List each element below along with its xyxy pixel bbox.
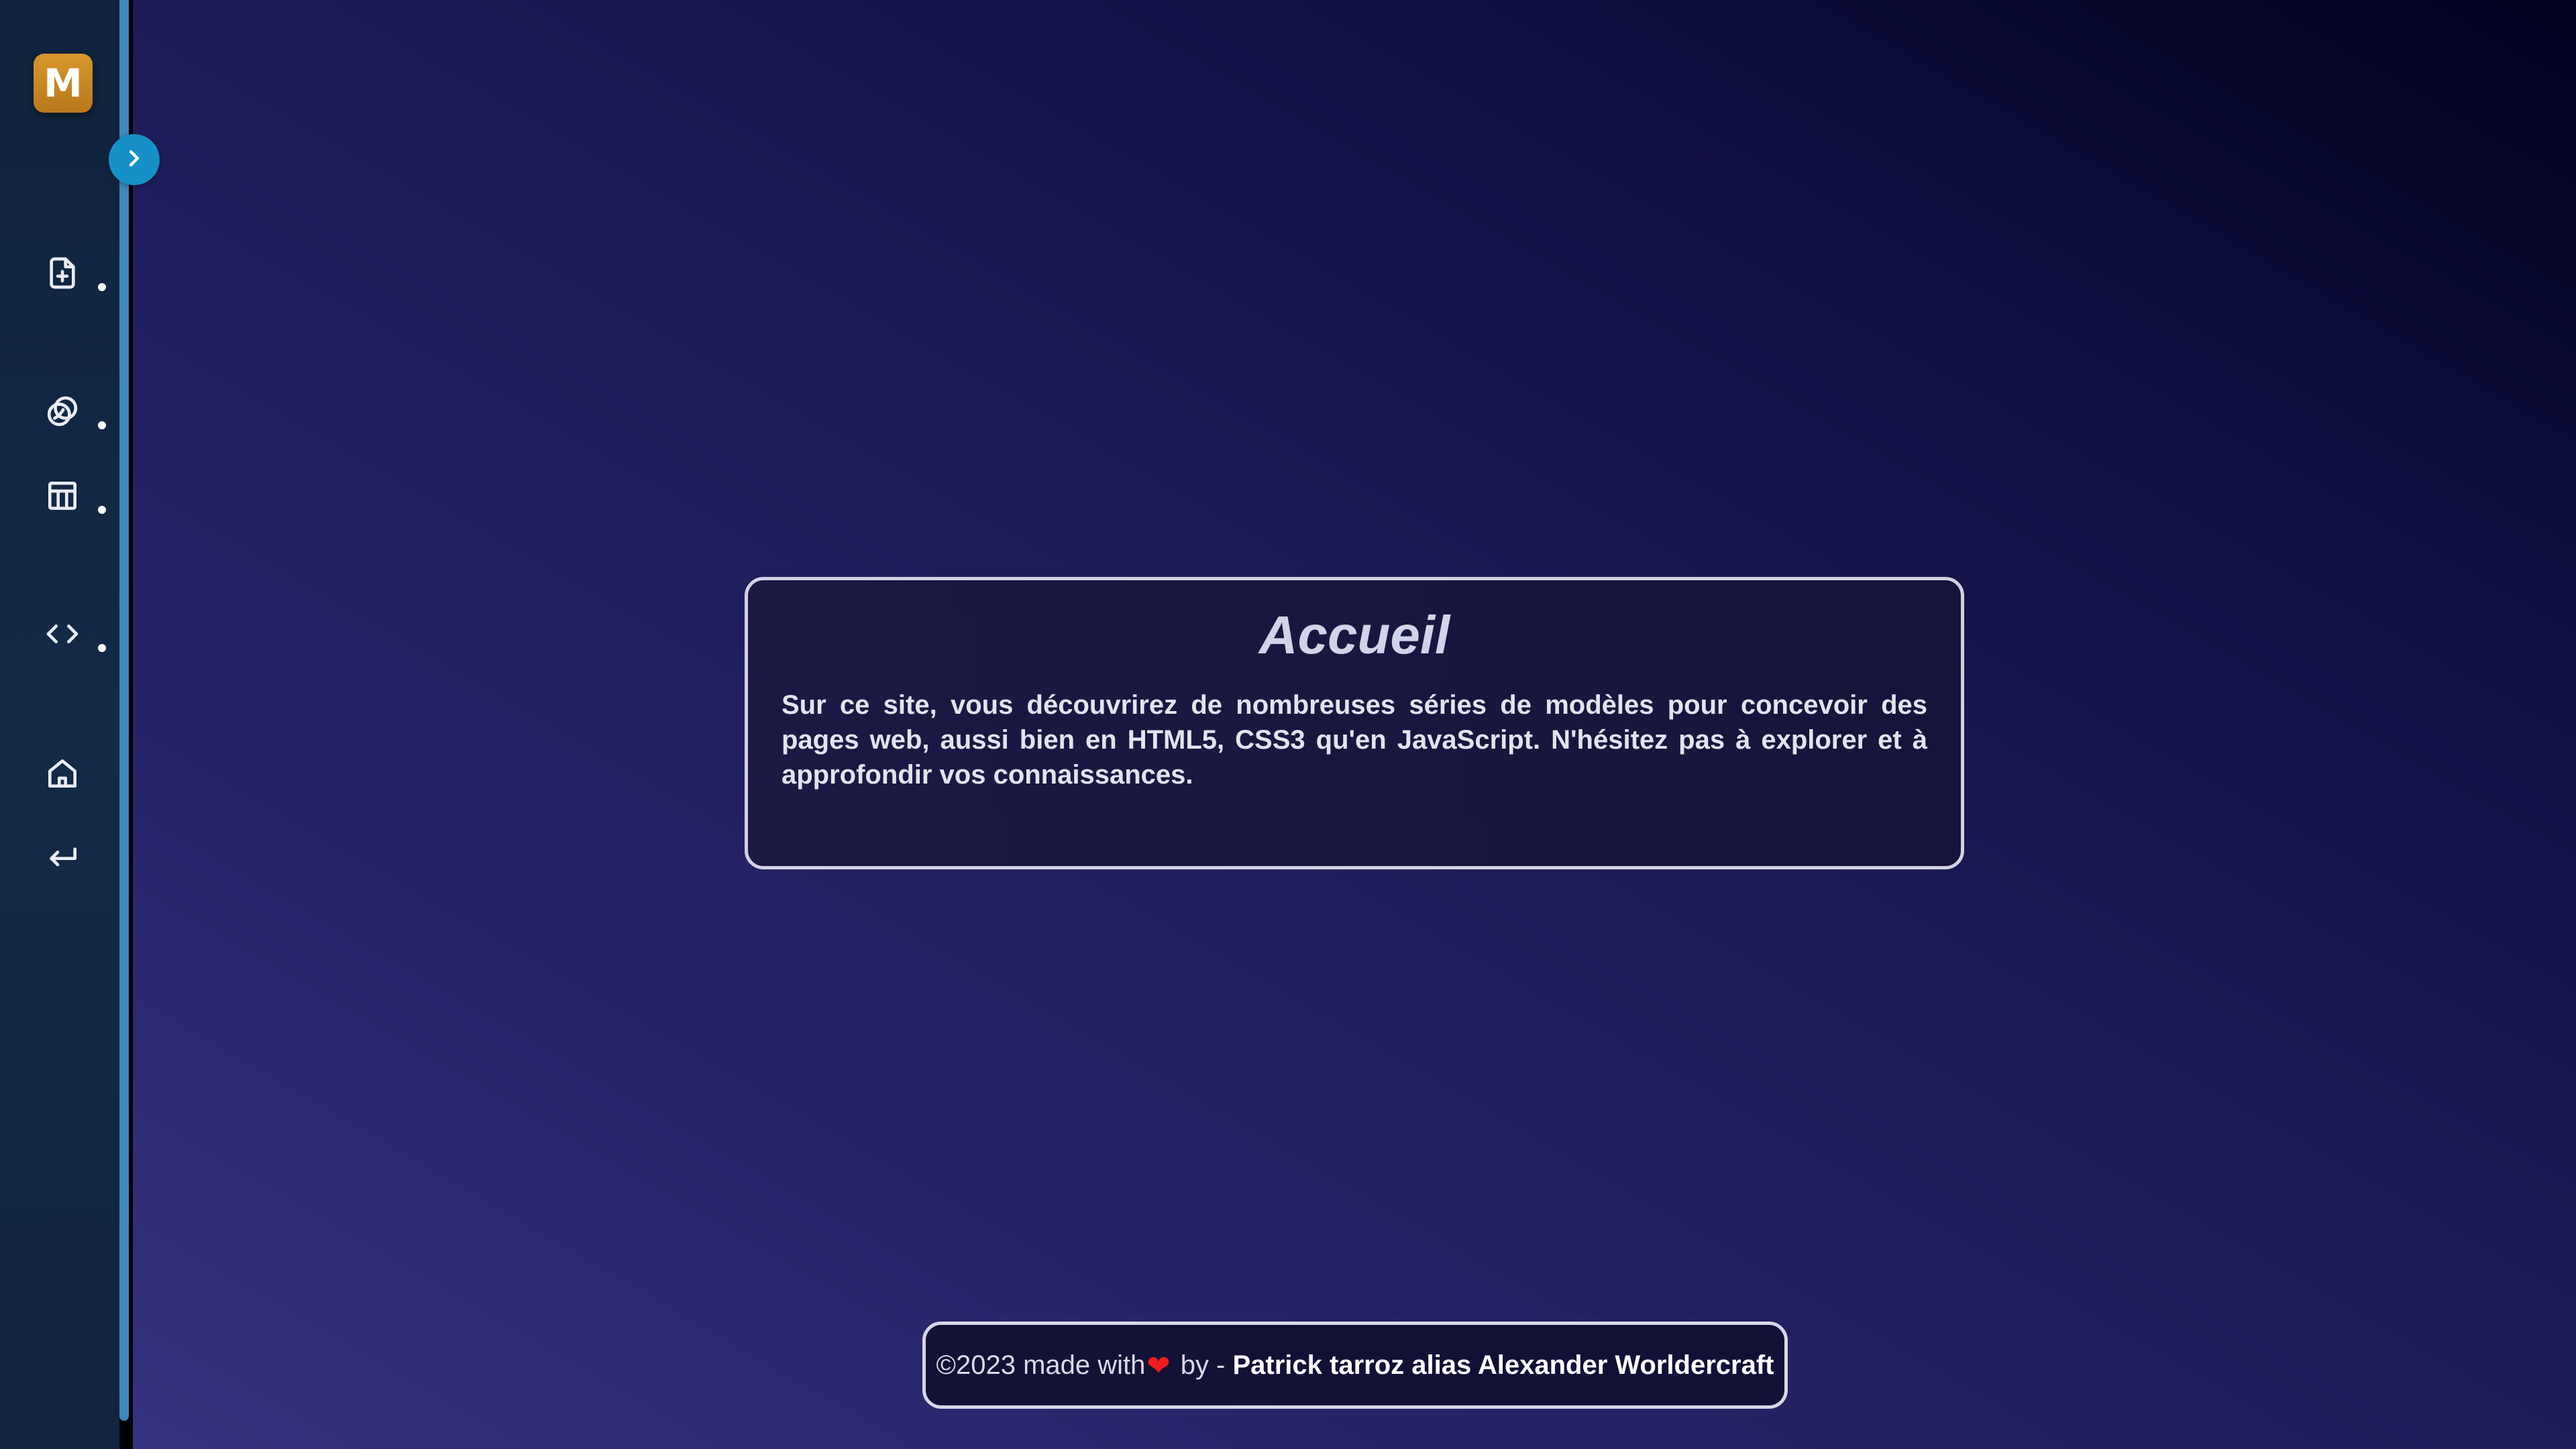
chevron-right-icon [121, 145, 148, 175]
app-logo[interactable]: M [34, 54, 93, 113]
sidebar-item-return[interactable] [40, 832, 114, 879]
sidebar-item-indicator [98, 644, 106, 652]
footer-author: Patrick tarroz alias Alexander Worldercr… [1232, 1350, 1774, 1380]
sidebar-item-indicator [98, 421, 106, 429]
return-arrow-icon [40, 833, 85, 877]
code-brackets-icon [40, 612, 85, 656]
sidebar-item-new-file[interactable] [40, 250, 114, 297]
logo-letter: M [44, 60, 83, 106]
home-icon [40, 751, 85, 796]
welcome-description: Sur ce site, vous découvrirez de nombreu… [782, 690, 1927, 790]
overlapping-circles-icon [40, 389, 85, 433]
sidebar-item-layout[interactable] [40, 472, 114, 519]
sidebar-item-home[interactable] [40, 750, 114, 797]
footer-copyright: ©2023 made with [936, 1350, 1146, 1380]
sidebar-item-indicator [98, 506, 106, 514]
sidebar-item-code[interactable] [40, 610, 114, 657]
columns-layout-icon [40, 474, 85, 518]
sidebar-scrollbar[interactable] [119, 0, 129, 1421]
heart-icon: ❤ [1146, 1349, 1171, 1381]
sidebar-toggle-button[interactable] [109, 134, 160, 185]
footer-by: by - [1173, 1350, 1233, 1380]
footer: ©2023 made with ❤ by - Patrick tarroz al… [922, 1322, 1788, 1409]
file-plus-icon [40, 251, 85, 295]
page-title: Accueil [1258, 605, 1450, 665]
sidebar-item-overlapping-circles[interactable] [40, 388, 114, 435]
sidebar [0, 0, 119, 1449]
sidebar-item-indicator [98, 283, 106, 291]
welcome-card: Accueil Sur ce site, vous découvrirez de… [745, 577, 1964, 869]
